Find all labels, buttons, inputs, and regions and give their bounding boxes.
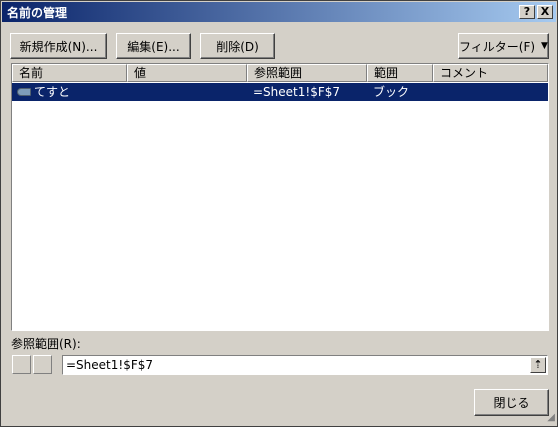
delete-button[interactable]: 削除(D): [200, 33, 275, 59]
filter-button[interactable]: フィルター(F) ▼: [458, 33, 549, 59]
title-bar[interactable]: 名前の管理 ? X: [2, 2, 556, 22]
edit-button[interactable]: 編集(E)...: [116, 33, 191, 59]
cancel-edit-button[interactable]: [12, 355, 31, 374]
column-header-refers-to[interactable]: 参照範囲: [247, 64, 367, 82]
column-header-name[interactable]: 名前: [12, 64, 127, 82]
row-refers-to: =Sheet1!$F$7: [253, 85, 340, 99]
collapse-dialog-icon[interactable]: ⇡: [530, 357, 546, 373]
column-header-value[interactable]: 値: [127, 64, 247, 82]
column-header-scope[interactable]: 範囲: [367, 64, 433, 82]
refers-to-input[interactable]: =Sheet1!$F$7 ⇡: [62, 355, 548, 375]
help-button[interactable]: ?: [519, 5, 535, 19]
close-button[interactable]: 閉じる: [474, 389, 549, 416]
dialog-title: 名前の管理: [7, 6, 68, 20]
list-header: 名前 値 参照範囲 範囲 コメント: [12, 64, 548, 82]
resize-grip-icon[interactable]: ◢: [543, 412, 555, 424]
refers-to-value: =Sheet1!$F$7: [66, 358, 153, 372]
row-name: てすと: [34, 85, 71, 99]
close-window-button[interactable]: X: [537, 5, 553, 19]
row-scope: ブック: [373, 85, 410, 99]
column-header-comment[interactable]: コメント: [433, 64, 548, 82]
refers-to-label: 参照範囲(R):: [11, 337, 81, 351]
names-list[interactable]: 名前 値 参照範囲 範囲 コメント てすと =Sheet1!$F$7 ブック: [11, 63, 549, 331]
new-button[interactable]: 新規作成(N)...: [10, 33, 107, 59]
filter-label: フィルター(F): [459, 39, 536, 54]
name-tag-icon: [17, 88, 31, 96]
chevron-down-icon: ▼: [541, 41, 548, 51]
table-row[interactable]: てすと =Sheet1!$F$7 ブック: [12, 83, 548, 101]
confirm-edit-button[interactable]: [33, 355, 52, 374]
name-manager-dialog: 名前の管理 ? X 新規作成(N)... 編集(E)... 削除(D) フィルタ…: [0, 0, 558, 427]
